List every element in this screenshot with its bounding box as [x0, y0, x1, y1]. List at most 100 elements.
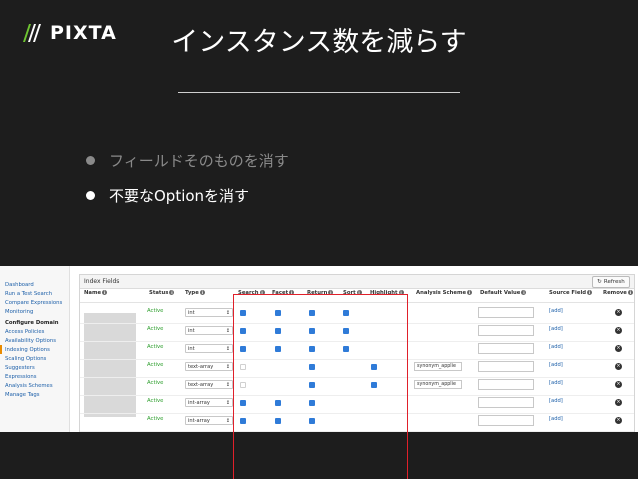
- info-icon[interactable]: i: [289, 290, 295, 295]
- type-select[interactable]: text-array ↕: [185, 362, 233, 371]
- table-row: Active text-array ↕ synonym_applie [add] ×: [80, 359, 634, 378]
- type-select[interactable]: int ↕: [185, 326, 233, 335]
- highlight-checkbox[interactable]: [371, 382, 377, 388]
- status-badge: Active: [147, 416, 164, 422]
- table-row: Active int-array ↕ [add] ×: [80, 395, 634, 414]
- default-value-input[interactable]: [478, 379, 534, 390]
- slide-footer: [0, 432, 638, 479]
- facet-checkbox[interactable]: [275, 400, 281, 406]
- type-select[interactable]: int-array ↕: [185, 398, 233, 407]
- add-source-field-link[interactable]: [add]: [549, 344, 563, 350]
- highlight-checkbox[interactable]: [371, 364, 377, 370]
- sidebar-item[interactable]: Run a Test Search: [0, 289, 69, 298]
- bullet-list: フィールドそのものを消す 不要なOptionを消す: [86, 150, 289, 220]
- table-row: Active int ↕ [add] ×: [80, 305, 634, 324]
- column-header: Analysis Scheme i: [416, 290, 473, 296]
- sort-checkbox[interactable]: [343, 346, 349, 352]
- add-source-field-link[interactable]: [add]: [549, 362, 563, 368]
- search-checkbox[interactable]: [240, 328, 246, 334]
- remove-icon[interactable]: ×: [615, 363, 622, 370]
- status-badge: Active: [147, 308, 164, 314]
- table-row: Active int ↕ [add] ×: [80, 341, 634, 360]
- status-badge: Active: [147, 326, 164, 332]
- add-source-field-link[interactable]: [add]: [549, 308, 563, 314]
- info-icon[interactable]: i: [627, 290, 633, 295]
- return-checkbox[interactable]: [309, 346, 315, 352]
- column-header: Source Field i: [549, 290, 593, 296]
- return-checkbox[interactable]: [309, 364, 315, 370]
- return-checkbox[interactable]: [309, 310, 315, 316]
- add-source-field-link[interactable]: [add]: [549, 416, 563, 422]
- default-value-input[interactable]: [478, 325, 534, 336]
- sidebar-item[interactable]: Indexing Options: [0, 345, 69, 354]
- default-value-input[interactable]: [478, 343, 534, 354]
- search-checkbox[interactable]: [240, 346, 246, 352]
- facet-checkbox[interactable]: [275, 418, 281, 424]
- info-icon[interactable]: i: [199, 290, 205, 295]
- return-checkbox[interactable]: [309, 418, 315, 424]
- facet-checkbox[interactable]: [275, 328, 281, 334]
- table-row: Active int-array ↕ [add] ×: [80, 413, 634, 432]
- select-arrows-icon: ↕: [225, 346, 230, 352]
- return-checkbox[interactable]: [309, 328, 315, 334]
- analysis-scheme-select[interactable]: synonym_applie: [414, 380, 462, 389]
- info-icon[interactable]: i: [467, 290, 473, 295]
- default-value-input[interactable]: [478, 397, 534, 408]
- info-icon[interactable]: i: [169, 290, 175, 295]
- index-fields-panel: Index Fields ↻ Refresh Name i Status i Type i…: [79, 274, 635, 432]
- remove-icon[interactable]: ×: [615, 417, 622, 424]
- select-arrows-icon: ↕: [225, 400, 230, 406]
- remove-icon[interactable]: ×: [615, 327, 622, 334]
- add-source-field-link[interactable]: [add]: [549, 380, 563, 386]
- sidebar-item[interactable]: Suggesters: [0, 363, 69, 372]
- type-select[interactable]: text-array ↕: [185, 380, 233, 389]
- info-icon[interactable]: i: [328, 290, 334, 295]
- default-value-input[interactable]: [478, 307, 534, 318]
- type-select[interactable]: int ↕: [185, 308, 233, 317]
- select-arrows-icon: ↕: [225, 418, 230, 424]
- type-select[interactable]: int-array ↕: [185, 416, 233, 425]
- info-icon[interactable]: i: [356, 290, 362, 295]
- remove-icon[interactable]: ×: [615, 309, 622, 316]
- slide-title: インスタンス数を減らす: [171, 27, 467, 58]
- analysis-scheme-select[interactable]: synonym_applie: [414, 362, 462, 371]
- refresh-button[interactable]: ↻ Refresh: [592, 276, 630, 288]
- return-checkbox[interactable]: [309, 382, 315, 388]
- search-checkbox[interactable]: [240, 310, 246, 316]
- remove-icon[interactable]: ×: [615, 345, 622, 352]
- sidebar-item[interactable]: Availability Options: [0, 336, 69, 345]
- bullet-dot-icon: [86, 191, 95, 200]
- default-value-input[interactable]: [478, 361, 534, 372]
- default-value-input[interactable]: [478, 415, 534, 426]
- sidebar: Dashboard Run a Test Search Compare Expres…: [0, 266, 70, 432]
- facet-checkbox[interactable]: [275, 346, 281, 352]
- search-checkbox[interactable]: [240, 418, 246, 424]
- sort-checkbox[interactable]: [343, 310, 349, 316]
- sidebar-item[interactable]: Expressions: [0, 372, 69, 381]
- refresh-icon: ↻: [597, 279, 602, 285]
- remove-icon[interactable]: ×: [615, 381, 622, 388]
- sidebar-item[interactable]: Compare Expressions: [0, 298, 69, 307]
- info-icon[interactable]: i: [398, 290, 404, 295]
- sidebar-item[interactable]: Dashboard: [0, 280, 69, 289]
- info-icon[interactable]: i: [259, 290, 265, 295]
- select-arrows-icon: ↕: [225, 328, 230, 334]
- sidebar-item[interactable]: Monitoring: [0, 307, 69, 316]
- status-badge: Active: [147, 362, 164, 368]
- type-select[interactable]: int ↕: [185, 344, 233, 353]
- panel-title: Index Fields: [84, 278, 120, 285]
- info-icon[interactable]: i: [102, 290, 108, 295]
- sidebar-item[interactable]: Access Policies: [0, 327, 69, 336]
- return-checkbox[interactable]: [309, 400, 315, 406]
- sidebar-item[interactable]: Scaling Options: [0, 354, 69, 363]
- add-source-field-link[interactable]: [add]: [549, 398, 563, 404]
- facet-checkbox[interactable]: [275, 310, 281, 316]
- info-icon[interactable]: i: [587, 290, 593, 295]
- info-icon[interactable]: i: [521, 290, 527, 295]
- remove-icon[interactable]: ×: [615, 399, 622, 406]
- sidebar-item[interactable]: Manage Tags: [0, 390, 69, 399]
- search-checkbox[interactable]: [240, 400, 246, 406]
- add-source-field-link[interactable]: [add]: [549, 326, 563, 332]
- sidebar-item[interactable]: Analysis Schemes: [0, 381, 69, 390]
- sort-checkbox[interactable]: [343, 328, 349, 334]
